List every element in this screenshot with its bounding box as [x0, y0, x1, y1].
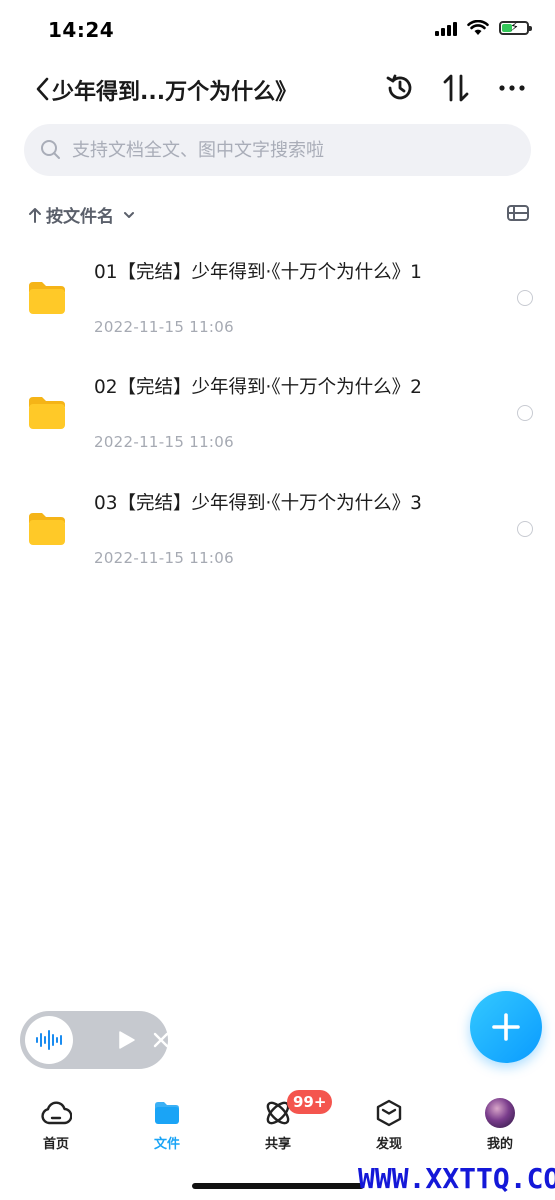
play-icon[interactable] [116, 1030, 136, 1050]
cellular-signal-icon [435, 20, 457, 36]
cube-icon [376, 1099, 402, 1127]
history-button[interactable] [382, 70, 418, 106]
history-icon [386, 74, 412, 100]
chevron-down-icon [124, 211, 134, 218]
file-date: 2022-11-15 11:06 [94, 433, 234, 451]
search-bar[interactable] [24, 124, 531, 176]
tab-label: 共享 [264, 1137, 291, 1152]
tab-me[interactable]: 我的 [460, 1096, 540, 1156]
status-icons: ⚡ [435, 20, 532, 36]
add-button[interactable] [470, 991, 542, 1063]
folder-icon [29, 513, 65, 545]
audio-wave-icon [36, 1030, 62, 1050]
view-mode-icon[interactable] [506, 202, 530, 224]
file-name: 03【完结】少年得到·《十万个为什么》3 [94, 493, 422, 514]
close-icon[interactable] [152, 1031, 170, 1049]
home-indicator [192, 1183, 364, 1189]
list-item[interactable]: 01【完结】少年得到·《十万个为什么》1 2022-11-15 11:06 [0, 246, 555, 362]
audio-wave-button[interactable] [25, 1016, 73, 1064]
select-radio[interactable] [517, 405, 533, 421]
file-name: 02【完结】少年得到·《十万个为什么》2 [94, 377, 422, 398]
sort-button[interactable] [438, 70, 474, 106]
file-date: 2022-11-15 11:06 [94, 549, 234, 567]
search-input[interactable] [70, 138, 494, 162]
tab-files[interactable]: 文件 [127, 1096, 207, 1156]
folder-icon [29, 397, 65, 429]
avatar [485, 1098, 515, 1128]
file-name: 01【完结】少年得到·《十万个为什么》1 [94, 262, 422, 283]
folder-icon [155, 1102, 179, 1124]
status-time: 14:24 [48, 18, 115, 42]
cloud-icon [41, 1101, 72, 1125]
list-item[interactable]: 03【完结】少年得到·《十万个为什么》3 2022-11-15 11:06 [0, 477, 555, 593]
select-radio[interactable] [517, 521, 533, 537]
tab-label: 文件 [153, 1137, 180, 1152]
battery-icon: ⚡ [499, 20, 532, 35]
folder-icon [29, 282, 65, 314]
list-item[interactable]: 02【完结】少年得到·《十万个为什么》2 2022-11-15 11:06 [0, 361, 555, 477]
sort-arrows-icon [443, 74, 469, 102]
sort-label: 按文件名 [46, 207, 114, 227]
search-icon [41, 140, 60, 159]
more-button[interactable] [494, 70, 530, 106]
tab-label: 我的 [486, 1137, 513, 1152]
wifi-icon [467, 20, 489, 35]
sort-selector[interactable]: 按文件名 [28, 202, 136, 227]
tab-home[interactable]: 首页 [16, 1096, 96, 1156]
arrow-up-icon [29, 207, 41, 223]
page-title: 少年得到...万个为什么》 [52, 80, 298, 105]
tab-label: 首页 [42, 1137, 69, 1152]
file-date: 2022-11-15 11:06 [94, 318, 234, 336]
watermark: WWW.XXTTQ.COM [358, 1162, 555, 1195]
mini-player[interactable] [20, 1011, 170, 1069]
tab-label: 发现 [375, 1137, 402, 1152]
select-radio[interactable] [517, 290, 533, 306]
plus-icon [492, 1013, 520, 1041]
more-dots-icon [499, 85, 525, 91]
notification-badge: 99+ [287, 1090, 333, 1114]
tab-discover[interactable]: 发现 [349, 1096, 429, 1156]
back-icon[interactable] [30, 74, 54, 104]
